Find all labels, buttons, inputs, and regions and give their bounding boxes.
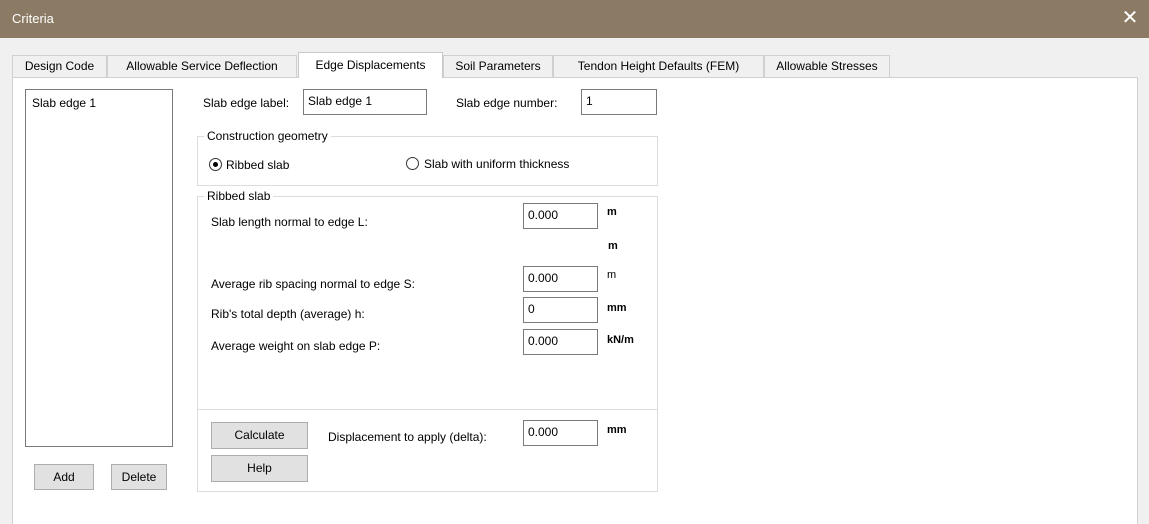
tab-allowable-stresses[interactable]: Allowable Stresses bbox=[764, 55, 890, 77]
tab-design-code[interactable]: Design Code bbox=[12, 55, 107, 77]
slab-edge-number-input[interactable]: 1 bbox=[581, 89, 657, 115]
slab-length-label: Slab length normal to edge L: bbox=[211, 215, 368, 229]
rib-depth-input[interactable]: 0 bbox=[523, 297, 598, 323]
displacement-label: Displacement to apply (delta): bbox=[328, 430, 487, 444]
list-item[interactable]: Slab edge 1 bbox=[32, 96, 96, 110]
ribbed-slab-title: Ribbed slab bbox=[204, 189, 274, 203]
displacement-input[interactable]: 0.000 bbox=[523, 420, 598, 446]
delete-button[interactable]: Delete bbox=[111, 464, 167, 490]
uniform-thickness-radio[interactable] bbox=[406, 157, 419, 170]
edge-weight-input[interactable]: 0.000 bbox=[523, 329, 598, 355]
calculate-button[interactable]: Calculate bbox=[211, 422, 308, 449]
slab-length-unit: m bbox=[607, 206, 617, 218]
construction-geometry-title: Construction geometry bbox=[204, 129, 331, 143]
displacement-unit: mm bbox=[607, 424, 627, 436]
tab-tendon-height-defaults[interactable]: Tendon Height Defaults (FEM) bbox=[553, 55, 764, 77]
rib-depth-label: Rib's total depth (average) h: bbox=[211, 307, 365, 321]
slab-edge-list[interactable]: Slab edge 1 bbox=[25, 89, 173, 447]
tab-soil-parameters[interactable]: Soil Parameters bbox=[443, 55, 553, 77]
close-icon[interactable]: ✕ bbox=[1119, 6, 1141, 30]
title-bar: Criteria ✕ bbox=[0, 0, 1149, 38]
window-title: Criteria bbox=[12, 11, 54, 26]
ribbed-slab-label[interactable]: Ribbed slab bbox=[226, 158, 289, 172]
tab-edge-displacements[interactable]: Edge Displacements bbox=[298, 52, 443, 78]
slab-edge-number-caption: Slab edge number: bbox=[456, 96, 558, 110]
slab-edge-label-caption: Slab edge label: bbox=[203, 96, 290, 110]
slab-edge-label-input[interactable]: Slab edge 1 bbox=[303, 89, 427, 115]
help-button[interactable]: Help bbox=[211, 455, 308, 482]
rib-spacing-label: Average rib spacing normal to edge S: bbox=[211, 277, 415, 291]
add-button[interactable]: Add bbox=[34, 464, 94, 490]
uniform-thickness-label[interactable]: Slab with uniform thickness bbox=[424, 157, 569, 171]
extra-unit: m bbox=[608, 240, 618, 252]
rib-spacing-unit: m bbox=[607, 269, 617, 281]
tab-allowable-service-deflection[interactable]: Allowable Service Deflection bbox=[107, 55, 297, 77]
edge-weight-unit: kN/m bbox=[607, 334, 634, 346]
rib-depth-unit: mm bbox=[607, 302, 627, 314]
edge-weight-label: Average weight on slab edge P: bbox=[211, 339, 381, 353]
ribbed-slab-radio[interactable] bbox=[209, 158, 222, 171]
rib-spacing-input[interactable]: 0.000 bbox=[523, 266, 598, 292]
slab-length-input[interactable]: 0.000 bbox=[523, 203, 598, 229]
divider bbox=[198, 409, 657, 410]
